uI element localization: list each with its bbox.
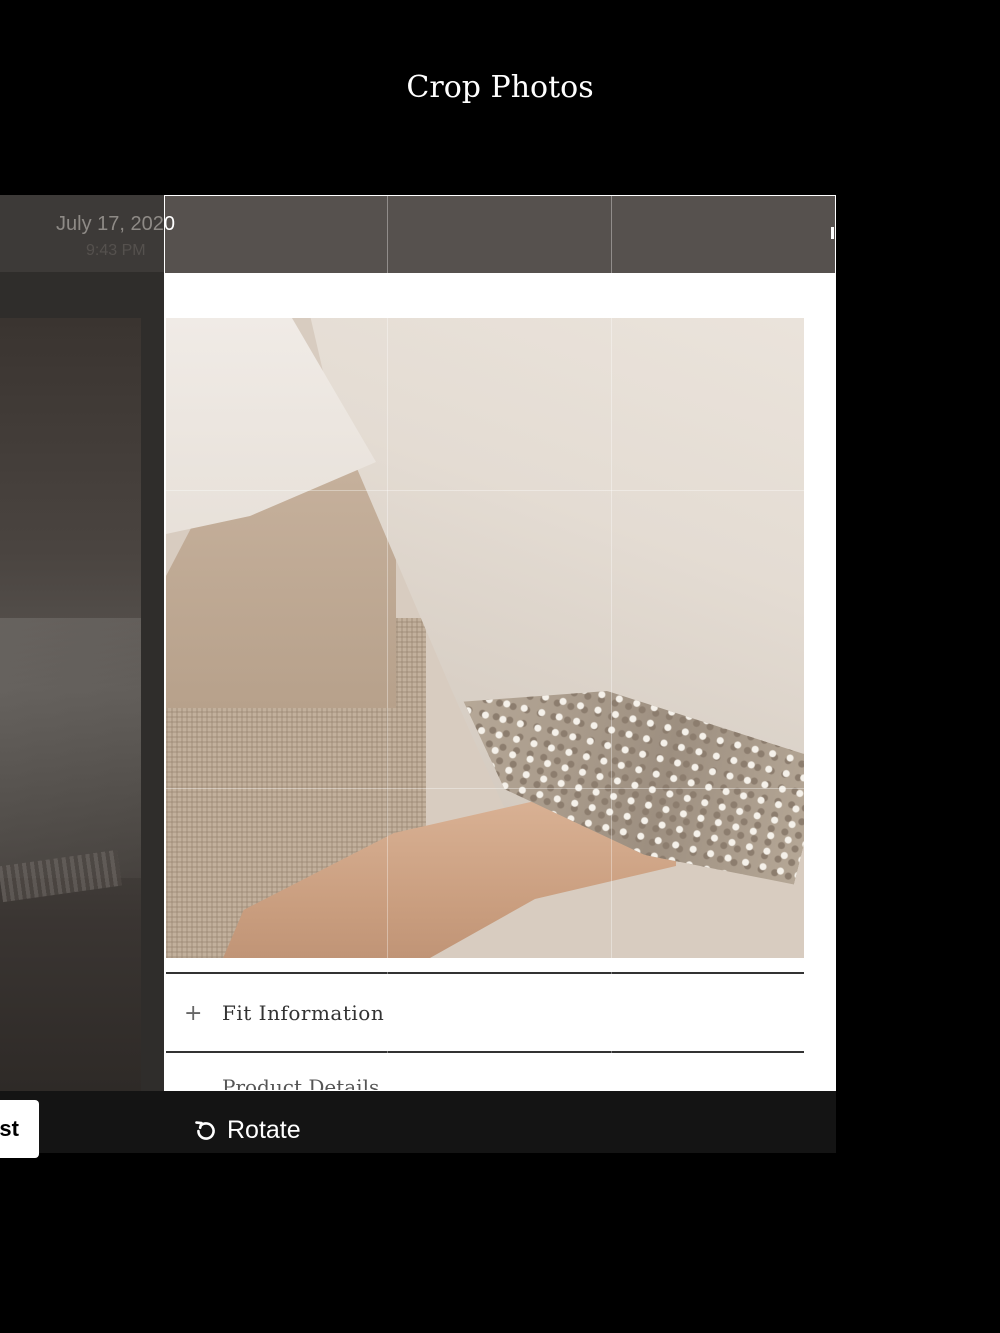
underlay-drape: [0, 618, 141, 878]
fit-information-label: Fit Information: [222, 1001, 385, 1025]
crop-area[interactable]: + Fit Information Product Details: [164, 195, 836, 1091]
rotate-label: Rotate: [227, 1116, 301, 1144]
divider-bottom: [166, 1051, 804, 1053]
fit-information-row[interactable]: + Fit Information: [164, 974, 836, 1052]
rotate-icon: [195, 1120, 215, 1140]
underlay-date-overlap: July 17, 2020: [164, 213, 175, 235]
rotate-button[interactable]: Rotate: [193, 1116, 301, 1145]
product-photo: [166, 318, 804, 958]
product-details-label: Product Details: [222, 1075, 380, 1091]
underlay-time: 9:43 PM: [86, 242, 146, 259]
crop-photos-screen: Crop Photos July 17, 2020 9:43 PM ⇪ ▤ ▣: [0, 0, 1000, 1333]
underlay-date: July 17, 2020: [56, 213, 175, 235]
adjust-button[interactable]: Adjust: [0, 1100, 39, 1158]
crop-header-bar: [164, 195, 836, 273]
plus-icon: +: [184, 1000, 203, 1026]
underlay-photo: [0, 318, 141, 1091]
crop-edge-handle[interactable]: [831, 227, 834, 239]
page-title: Crop Photos: [406, 70, 594, 105]
bottom-toolbar: [0, 1091, 836, 1153]
